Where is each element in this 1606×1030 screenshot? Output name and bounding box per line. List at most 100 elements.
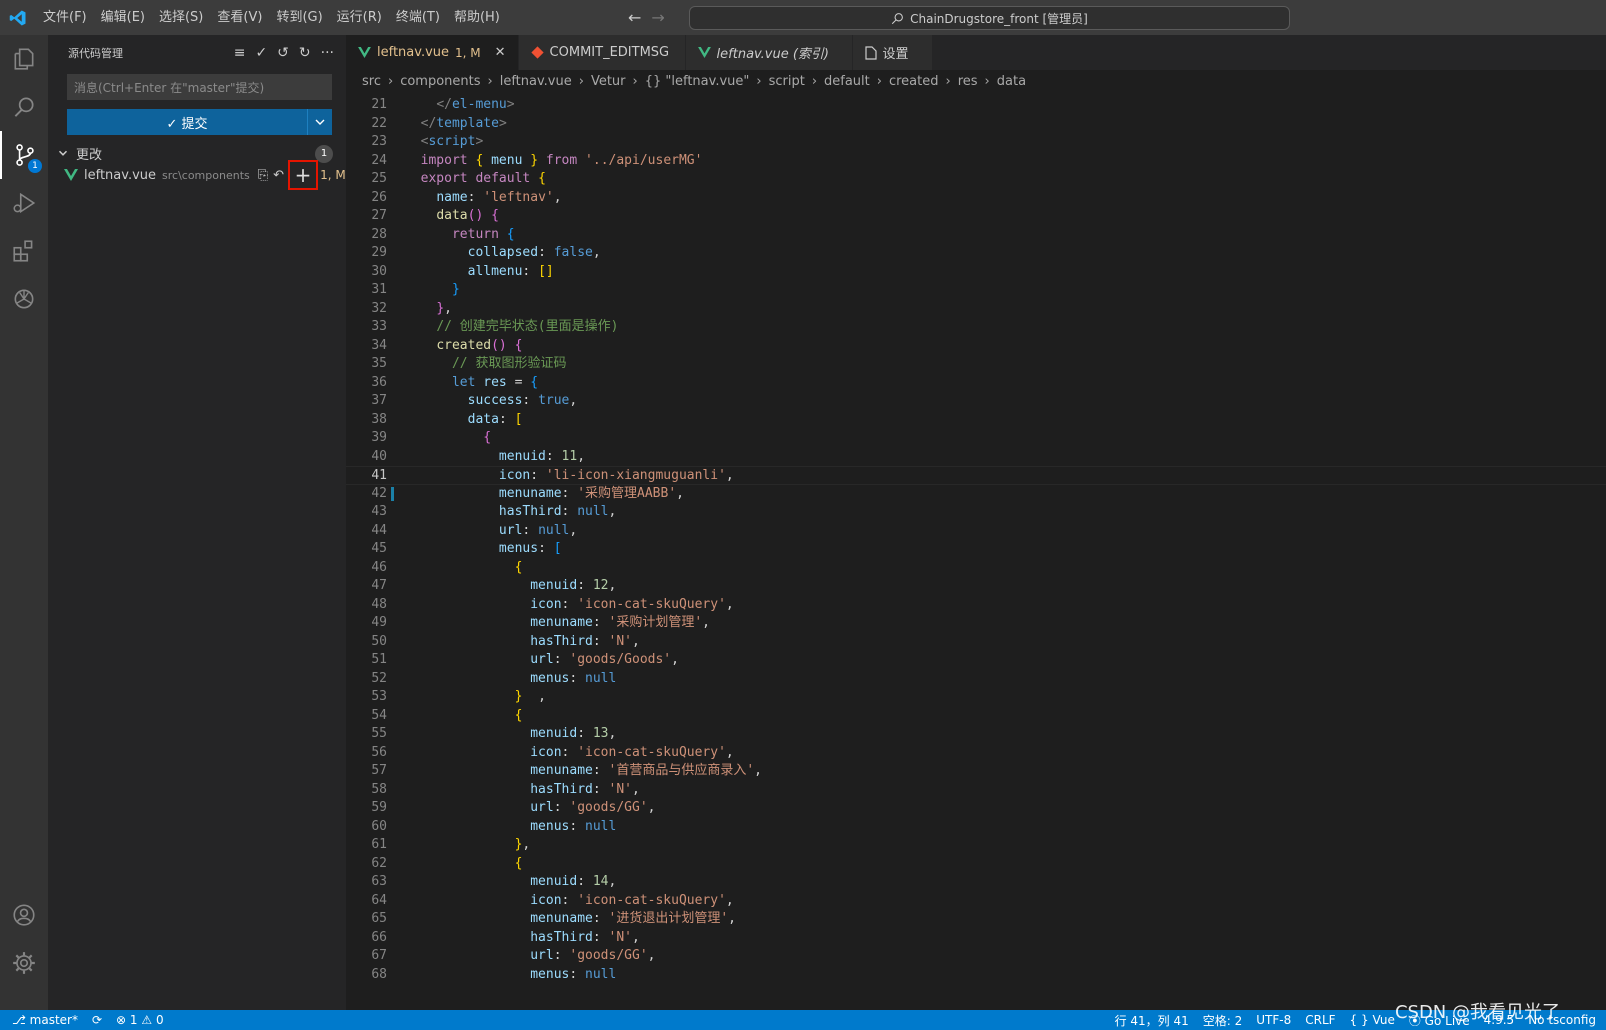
code-line[interactable]: 42 menuname: '采购管理AABB', [346,485,1606,504]
code-line[interactable]: 48 icon: 'icon-cat-skuQuery', [346,596,1606,615]
breadcrumb-item[interactable]: res [958,74,978,89]
view-as-list-icon[interactable]: ≡ [234,45,246,61]
code-line[interactable]: 62 { [346,855,1606,874]
breadcrumb-item[interactable]: created [889,74,939,89]
code-line[interactable]: 28 return { [346,226,1606,245]
breadcrumb-item[interactable]: src [362,74,381,89]
branch-indicator[interactable]: ⎇ master* [12,1013,78,1027]
code-line[interactable]: 45 menus: [ [346,540,1606,559]
tab-leftnav-index[interactable]: leftnav.vue (索引) [685,35,853,70]
code-line[interactable]: 51 url: 'goods/Goods', [346,651,1606,670]
cursor-position[interactable]: 行 41，列 41 [1115,1012,1189,1029]
code-line[interactable]: 66 hasThird: 'N', [346,929,1606,948]
menu-item[interactable]: 运行(R) [330,0,389,35]
code-line[interactable]: 68 menus: null [346,966,1606,985]
code-line[interactable]: 34 created() { [346,337,1606,356]
breadcrumb-item[interactable]: script [769,74,805,89]
commit-message-input[interactable]: 消息(Ctrl+Enter 在"master"提交) [67,74,332,100]
code-line[interactable]: 39 { [346,429,1606,448]
code-line[interactable]: 67 url: 'goods/GG', [346,947,1606,966]
code-line[interactable]: 36 let res = { [346,374,1606,393]
discard-changes-icon[interactable]: ↶ [273,168,284,183]
explorer-icon[interactable] [0,35,48,83]
more-icon[interactable]: ··· [321,45,334,61]
run-debug-icon[interactable] [0,179,48,227]
code-line[interactable]: 47 menuid: 12, [346,577,1606,596]
tab-leftnav-vue[interactable]: leftnav.vue 1, M ✕ [346,35,519,70]
history-icon[interactable]: ↺ [277,45,289,61]
openai-icon[interactable] [0,275,48,323]
forward-icon[interactable]: → [651,8,664,27]
code-line[interactable]: 29 collapsed: false, [346,244,1606,263]
sync-icon[interactable]: ⟳ [92,1013,102,1027]
check-icon[interactable]: ✓ [255,45,267,61]
code-line[interactable]: 31 } [346,281,1606,300]
menu-item[interactable]: 编辑(E) [94,0,152,35]
source-control-icon[interactable]: 1 [0,131,48,179]
code-line[interactable]: 53 } , [346,688,1606,707]
code-line[interactable]: 54 { [346,707,1606,726]
code-line[interactable]: 65 menuname: '进货退出计划管理', [346,910,1606,929]
code-line[interactable]: 58 hasThird: 'N', [346,781,1606,800]
extensions-icon[interactable] [0,227,48,275]
menu-item[interactable]: 终端(T) [389,0,447,35]
code-line[interactable]: 37 success: true, [346,392,1606,411]
problems-indicator[interactable]: ⊗ 1 ⚠ 0 [116,1013,164,1027]
code-line[interactable]: 43 hasThird: null, [346,503,1606,522]
code-line[interactable]: 49 menuname: '采购计划管理', [346,614,1606,633]
code-line[interactable]: 52 menus: null [346,670,1606,689]
close-icon[interactable]: ✕ [495,45,506,60]
code-line[interactable]: 59 url: 'goods/GG', [346,799,1606,818]
breadcrumb-item[interactable]: data [997,74,1026,89]
gear-icon[interactable] [0,939,48,987]
tab-commit-editmsg[interactable]: COMMIT_EDITMSG [518,35,686,70]
code-line[interactable]: 30 allmenu: [] [346,263,1606,282]
menu-item[interactable]: 帮助(H) [447,0,507,35]
code-line[interactable]: 33 // 创建完毕状态(里面是操作) [346,318,1606,337]
breadcrumb-item[interactable]: {} "leftnav.vue" [645,74,750,89]
menu-item[interactable]: 文件(F) [36,0,94,35]
code-line[interactable]: 57 menuname: '首营商品与供应商录入', [346,762,1606,781]
code-line[interactable]: 55 menuid: 13, [346,725,1606,744]
tab-settings[interactable]: 设置 [852,35,933,70]
back-icon[interactable]: ← [628,8,641,27]
indentation[interactable]: 空格: 2 [1203,1012,1243,1029]
accounts-icon[interactable] [0,891,48,939]
code-editor[interactable]: 21 </el-menu> 22 </template> 23 <script> 24… [346,92,1606,1010]
breadcrumb-item[interactable]: Vetur [591,74,626,89]
open-file-icon[interactable]: ⎘ [258,168,268,183]
code-line[interactable]: 44 url: null, [346,522,1606,541]
changed-file-item[interactable]: leftnav.vue src\components ⎘ ↶ + 1, M [48,160,346,190]
line-ending[interactable]: CRLF [1305,1013,1335,1027]
encoding[interactable]: UTF-8 [1256,1013,1291,1027]
code-line[interactable]: 25 export default { [346,170,1606,189]
language-mode[interactable]: { } Vue [1350,1013,1395,1027]
code-line[interactable]: 63 menuid: 14, [346,873,1606,892]
stage-changes-plus-icon[interactable]: + [288,160,319,190]
code-line[interactable]: 46 { [346,559,1606,578]
code-line[interactable]: 64 icon: 'icon-cat-skuQuery', [346,892,1606,911]
code-line[interactable]: 22 </template> [346,115,1606,134]
code-line[interactable]: 60 menus: null [346,818,1606,837]
code-line[interactable]: 21 </el-menu> [346,96,1606,115]
code-line[interactable]: 26 name: 'leftnav', [346,189,1606,208]
menu-item[interactable]: 转到(G) [269,0,329,35]
chevron-down-icon[interactable] [307,109,332,135]
code-line[interactable]: 61 }, [346,836,1606,855]
code-line[interactable]: 27 data() { [346,207,1606,226]
code-line[interactable]: 56 icon: 'icon-cat-skuQuery', [346,744,1606,763]
breadcrumb-item[interactable]: leftnav.vue [500,74,572,89]
breadcrumb-item[interactable]: default [824,74,870,89]
code-line[interactable]: 50 hasThird: 'N', [346,633,1606,652]
commit-button[interactable]: ✓ 提交 [67,109,332,135]
code-line[interactable]: 40 menuid: 11, [346,448,1606,467]
refresh-icon[interactable]: ↻ [299,45,311,61]
breadcrumb-item[interactable]: components [400,74,480,89]
code-line[interactable]: 38 data: [ [346,411,1606,430]
code-line[interactable]: 35 // 获取图形验证码 [346,355,1606,374]
menu-item[interactable]: 选择(S) [152,0,210,35]
code-line[interactable]: 41 icon: 'li-icon-xiangmuguanli', [346,466,1606,485]
code-line[interactable]: 32 }, [346,300,1606,319]
command-center[interactable]: ChainDrugstore_front [管理员] [689,6,1290,30]
menu-item[interactable]: 查看(V) [210,0,269,35]
